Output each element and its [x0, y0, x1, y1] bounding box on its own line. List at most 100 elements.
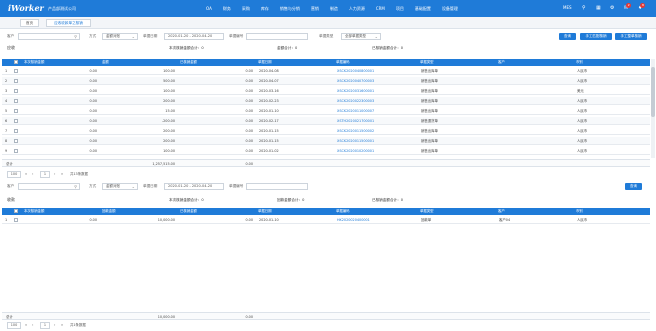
row-checkbox[interactable]: [14, 99, 18, 103]
writeoff-amount-cell[interactable]: 0.00: [22, 67, 100, 75]
table-row[interactable]: 1 0.00 100.00 0.00 2020-04-08 XSCK20200408000…: [2, 67, 650, 75]
settings-icon[interactable]: ⚙: [610, 5, 614, 11]
search-icon[interactable]: ⚲: [74, 184, 77, 189]
nav-item-marketing[interactable]: 营销: [311, 6, 319, 12]
table-row[interactable]: 4 0.00 200.00 0.00 2020-02-23 XSCK20200223000…: [2, 97, 650, 105]
company-selector[interactable]: 产品部测试公司: [48, 6, 76, 12]
docno-input-2[interactable]: [246, 183, 308, 190]
writeoff-amount-cell[interactable]: 0.00: [22, 117, 100, 125]
table-row[interactable]: 6 0.00 -200.00 0.00 2020-02-17 XSTH2020021700…: [2, 117, 650, 125]
docno-cell[interactable]: XSCK2020031600001: [334, 87, 418, 95]
table-row[interactable]: 9 0.00 100.00 0.00 2020-01-02 XSCK20200102000…: [2, 147, 650, 155]
col-currency[interactable]: 币别: [574, 59, 648, 66]
col-currency[interactable]: 币别: [574, 208, 648, 215]
search-button[interactable]: 查询: [559, 33, 576, 40]
docno-cell[interactable]: XSCK2020040800001: [334, 67, 418, 75]
nav-item-finance[interactable]: 财务: [223, 6, 231, 12]
customer-input[interactable]: ⚲: [18, 33, 80, 40]
col-select-all[interactable]: [12, 59, 22, 66]
prev-page-icon[interactable]: ‹: [32, 322, 33, 329]
nav-item-oa[interactable]: OA: [206, 6, 212, 12]
docno-cell[interactable]: XSCK2020011000007: [334, 107, 418, 115]
message-icon[interactable]: ✉ 2: [624, 3, 632, 11]
docno-cell[interactable]: XSCK2020010200001: [334, 147, 418, 155]
mes-link[interactable]: MES: [563, 5, 572, 11]
nav-item-inventory[interactable]: 库存: [261, 6, 269, 12]
whole-writeoff-button[interactable]: 手工整单核销: [615, 33, 647, 40]
row-checkbox[interactable]: [14, 79, 18, 83]
nav-item-purchase[interactable]: 采购: [242, 6, 250, 12]
nav-item-equipment[interactable]: 设备管理: [442, 6, 458, 12]
type-select[interactable]: 金额对账 ⌄: [102, 33, 138, 40]
col-customer[interactable]: 客户: [496, 59, 574, 66]
col-writeoff-amount[interactable]: 本次核销金额: [22, 59, 100, 66]
col-collection-amount[interactable]: 回款金额: [100, 208, 178, 215]
writeoff-amount-cell[interactable]: 0.00: [22, 147, 100, 155]
prev-page-icon[interactable]: ‹: [32, 171, 33, 178]
last-page-icon[interactable]: »: [61, 171, 63, 178]
search-button-2[interactable]: 查询: [625, 183, 642, 190]
col-date[interactable]: 单据日期: [256, 59, 334, 66]
page-size-select[interactable]: 100: [7, 322, 21, 329]
page-size-select[interactable]: 100: [7, 171, 21, 178]
writeoff-amount-cell[interactable]: 0.00: [22, 77, 100, 85]
col-date[interactable]: 单据日期: [256, 208, 334, 215]
scroll-thumb[interactable]: [651, 67, 655, 117]
row-checkbox[interactable]: [14, 69, 18, 73]
row-checkbox[interactable]: [14, 129, 18, 133]
row-checkbox[interactable]: [14, 109, 18, 113]
row-checkbox[interactable]: [14, 119, 18, 123]
docno-input[interactable]: [246, 33, 308, 40]
first-page-icon[interactable]: «: [25, 322, 27, 329]
tab-receivable-writeoff[interactable]: 应收收款单之核销: [46, 19, 91, 27]
select-all-checkbox[interactable]: [14, 209, 18, 213]
page-number-input[interactable]: 1: [40, 171, 50, 178]
page-number-input[interactable]: 1: [40, 322, 50, 329]
table-row[interactable]: 5 0.00 15.00 0.00 2020-01-10 XSCK202001100000…: [2, 107, 650, 115]
col-writeoff-amount[interactable]: 本次核销金额: [22, 208, 100, 215]
docno-cell[interactable]: XSCK2020011500001: [334, 137, 418, 145]
docno-cell[interactable]: XSCK2020011500002: [334, 127, 418, 135]
search-icon[interactable]: ⚲: [74, 34, 77, 39]
type-select-2[interactable]: 金额对账 ⌄: [102, 183, 138, 190]
row-checkbox[interactable]: [14, 139, 18, 143]
receivable-table-scrollbar[interactable]: [651, 59, 655, 158]
docno-cell[interactable]: XSTH2020021700001: [334, 117, 418, 125]
table-row[interactable]: 2 0.00 500.00 0.00 2020-04-07 XSCK20200407000…: [2, 77, 650, 85]
nav-item-project[interactable]: 项目: [396, 6, 404, 12]
writeoff-amount-cell[interactable]: 0.00: [22, 107, 100, 115]
nav-item-manufacturing[interactable]: 制造: [330, 6, 338, 12]
row-checkbox[interactable]: [14, 218, 18, 222]
docno-cell[interactable]: XSCK2020022300003: [334, 97, 418, 105]
docno-cell[interactable]: HK2020020400001: [334, 216, 418, 224]
layout-icon[interactable]: ▦: [596, 5, 601, 11]
select-all-checkbox[interactable]: [14, 60, 18, 64]
date-range-input[interactable]: 2020-01-20 - 2020-04-20: [164, 33, 224, 40]
col-select-all[interactable]: [12, 208, 22, 215]
first-page-icon[interactable]: «: [25, 171, 27, 178]
match-writeoff-button[interactable]: 手工匹配核销: [580, 33, 612, 40]
table-row[interactable]: 3 0.00 100.00 0.00 2020-03-16 XSCK20200316000…: [2, 87, 650, 95]
last-page-icon[interactable]: »: [61, 322, 63, 329]
date-range-input-2[interactable]: 2020-01-20 - 2020-04-20: [164, 183, 224, 190]
col-doctype[interactable]: 单据类型: [418, 208, 496, 215]
writeoff-amount-cell[interactable]: 0.00: [22, 127, 100, 135]
search-icon[interactable]: ⚲: [582, 5, 586, 11]
col-customer[interactable]: 客户: [496, 208, 574, 215]
tab-home[interactable]: 首页: [20, 19, 39, 27]
col-docno[interactable]: 单据编码: [334, 59, 418, 66]
app-logo[interactable]: iWorker: [8, 3, 44, 13]
table-row[interactable]: 1 0.00 10,000.00 0.00 2020-01-10 HK2020020400…: [2, 216, 650, 224]
notification-icon[interactable]: ♦ 8: [638, 3, 646, 11]
next-page-icon[interactable]: ›: [54, 171, 55, 178]
writeoff-amount-cell[interactable]: 0.00: [22, 216, 100, 224]
writeoff-amount-cell[interactable]: 0.00: [22, 97, 100, 105]
nav-item-hr[interactable]: 人力资源: [349, 6, 365, 12]
next-page-icon[interactable]: ›: [54, 322, 55, 329]
docno-cell[interactable]: XSCK2020040700003: [334, 77, 418, 85]
doctype-select[interactable]: 全部单据类型 ⌄: [341, 33, 381, 40]
col-amount[interactable]: 金额: [100, 59, 178, 66]
col-doctype[interactable]: 单据类型: [418, 59, 496, 66]
nav-item-basic-config[interactable]: 基础配置: [415, 6, 431, 12]
nav-item-sales[interactable]: 销售与分销: [280, 6, 300, 12]
